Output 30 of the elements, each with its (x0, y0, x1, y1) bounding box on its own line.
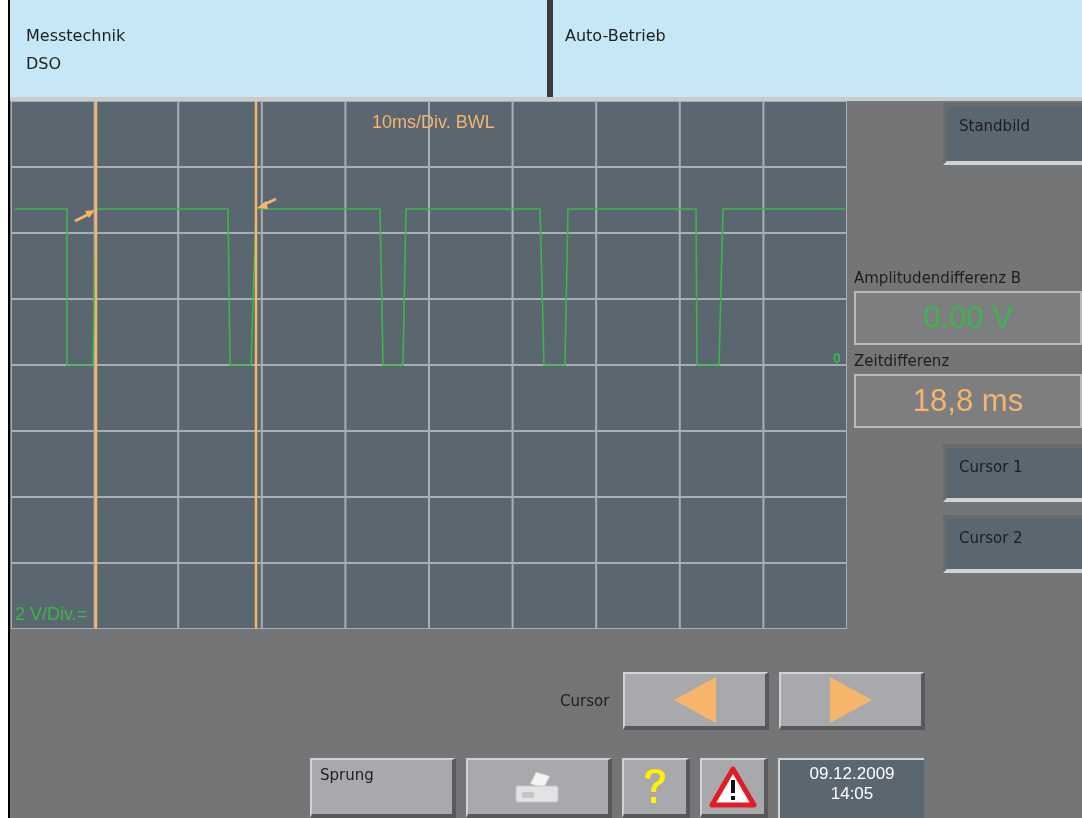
measurement-display: 0.00 V (854, 291, 1082, 345)
cursor-arrow-icon (74, 210, 95, 223)
timebase-label: 10ms/Div. BWL (372, 113, 495, 131)
cursor-select-button[interactable]: Cursor 2 (943, 515, 1082, 573)
print-button[interactable] (466, 758, 612, 818)
right-triangle-icon (830, 677, 873, 723)
zero-level-marker: 0 (833, 351, 841, 365)
left-triangle-icon (674, 677, 717, 723)
cursor-left-button[interactable] (623, 672, 770, 730)
help-button[interactable] (622, 758, 690, 818)
printer-icon (514, 772, 562, 806)
measurement-label: Amplitudendifferenz B (854, 268, 1023, 289)
cursor-right-button[interactable] (779, 672, 926, 730)
freeze-button[interactable]: Standbild (943, 103, 1082, 165)
cursor-arrow-icon (257, 197, 277, 209)
cursor-line[interactable] (254, 101, 258, 629)
warning-button[interactable] (700, 758, 768, 818)
jump-button[interactable]: Sprung (310, 758, 456, 818)
mode-title: DSO (26, 53, 63, 75)
area-title: Messtechnik (26, 25, 127, 47)
operation-mode-title: Auto-Betrieb (565, 26, 666, 45)
vertical-scale-label: 2 V/Div.= (15, 605, 88, 623)
time-text: 14:05 (830, 784, 874, 804)
cursor-line[interactable] (94, 101, 98, 629)
cursor-select-button[interactable]: Cursor 1 (943, 444, 1082, 502)
measurement-label: Zeitdifferenz (854, 351, 951, 372)
warning-icon (709, 766, 757, 808)
measurement-display: 18,8 ms (854, 374, 1082, 428)
cursor-label: Cursor (560, 690, 610, 712)
date-text: 09.12.2009 (809, 764, 895, 784)
